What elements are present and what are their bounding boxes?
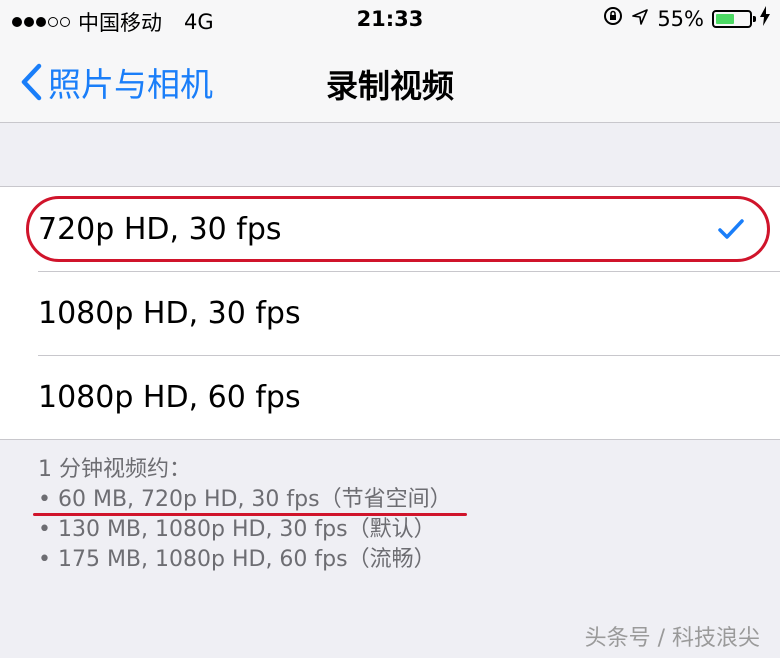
footer-line: • 175 MB, 1080p HD, 60 fps（流畅）	[38, 547, 436, 572]
charging-bolt-icon	[760, 6, 770, 31]
option-label: 1080p HD, 30 fps	[38, 295, 301, 331]
highlight-underline-annotation	[33, 513, 467, 516]
battery-fill	[716, 13, 734, 24]
battery-icon	[712, 9, 756, 28]
footer-line: • 60 MB, 720p HD, 30 fps（节省空间）	[38, 487, 452, 512]
watermark: 头条号 / 科技浪尖	[584, 626, 760, 651]
footer-line: • 130 MB, 1080p HD, 30 fps（默认）	[38, 517, 436, 542]
highlight-circle-annotation	[26, 196, 770, 262]
battery-percent: 55%	[657, 6, 704, 31]
battery-nub	[753, 15, 756, 22]
footer-heading: 1 分钟视频约：	[38, 457, 191, 482]
option-1080p-30fps[interactable]: 1080p HD, 30 fps	[0, 271, 780, 355]
status-right: 55%	[603, 6, 770, 31]
page-title: 录制视频	[325, 67, 454, 105]
orientation-lock-icon	[603, 6, 623, 31]
location-icon	[631, 7, 649, 31]
option-1080p-60fps[interactable]: 1080p HD, 60 fps	[0, 355, 780, 439]
status-bar: 中国移动 4G 21:33 55%	[0, 0, 780, 40]
option-label: 1080p HD, 60 fps	[38, 379, 301, 415]
navigation-bar: 照片与相机 录制视频	[0, 40, 780, 123]
